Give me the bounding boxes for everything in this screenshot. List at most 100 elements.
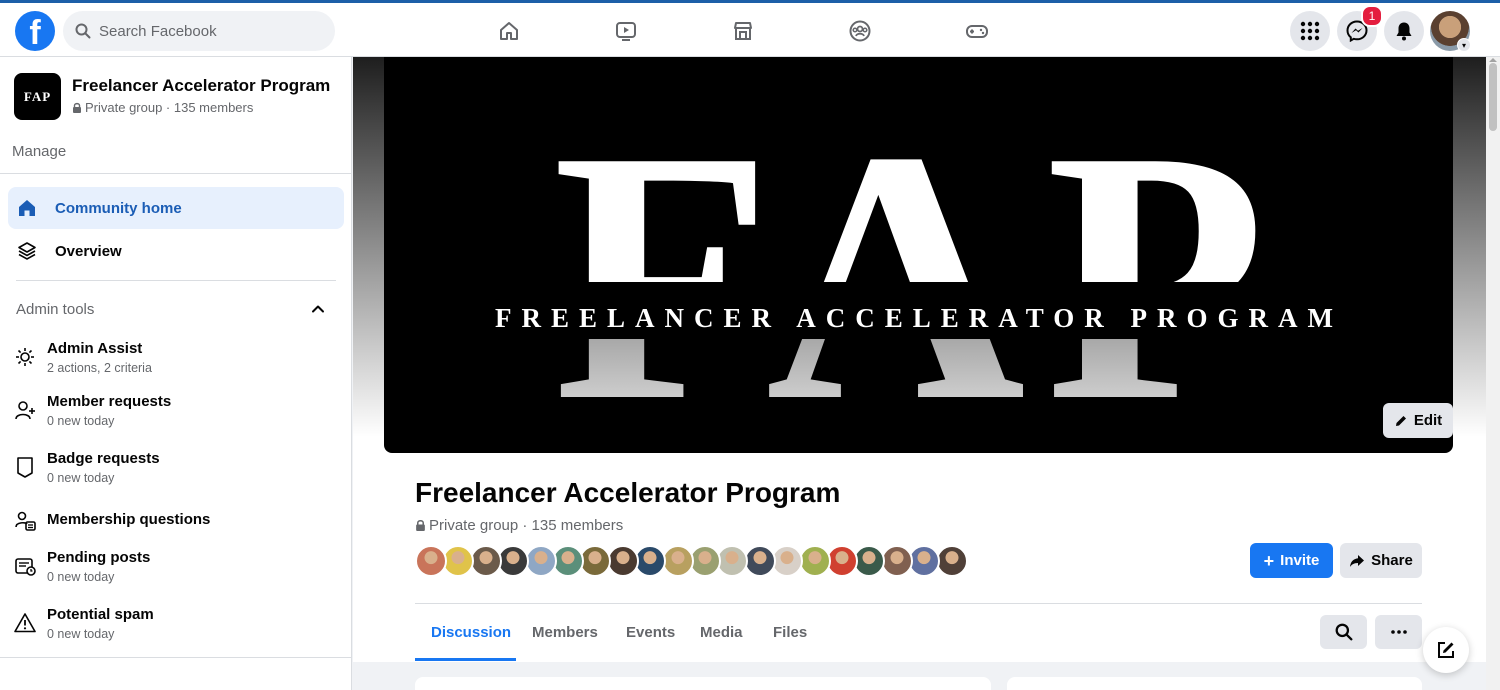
group-admin-sidebar: FAP Freelancer Accelerator Program Priva… bbox=[0, 57, 352, 690]
divider bbox=[415, 603, 1422, 604]
member-avatar[interactable] bbox=[771, 545, 804, 577]
member-avatar[interactable] bbox=[552, 545, 584, 577]
tool-title: Membership questions bbox=[47, 511, 211, 528]
edit-cover-button[interactable]: Edit bbox=[1383, 403, 1453, 438]
questions-icon bbox=[15, 511, 36, 531]
page-scrollbar[interactable] bbox=[1486, 57, 1500, 690]
group-meta-text: Private group · 135 members bbox=[429, 517, 624, 534]
member-avatar[interactable] bbox=[415, 545, 447, 577]
home-icon bbox=[16, 197, 38, 219]
group-main-content: FAP FAP FREELANCER ACCELERATOR PROGRAM E… bbox=[353, 57, 1486, 690]
sidebar-group-meta: Private group · 135 members bbox=[72, 100, 253, 115]
notifications-button[interactable] bbox=[1384, 11, 1424, 51]
member-avatar[interactable] bbox=[689, 545, 721, 577]
member-requests-icon bbox=[15, 401, 35, 420]
tool-title: Badge requests bbox=[47, 450, 160, 467]
composer-card[interactable] bbox=[415, 677, 991, 690]
tool-title: Potential spam bbox=[47, 606, 154, 623]
top-navigation-bar: f 1 ▾ bbox=[0, 0, 1500, 57]
invite-button[interactable]: + Invite bbox=[1250, 543, 1333, 578]
member-avatar[interactable] bbox=[826, 545, 858, 577]
member-avatar[interactable] bbox=[606, 545, 639, 577]
facebook-logo-icon[interactable]: f bbox=[15, 11, 55, 51]
tab-discussion[interactable]: Discussion bbox=[431, 624, 511, 641]
active-tab-indicator bbox=[415, 658, 516, 661]
sidebar-item-label: Community home bbox=[55, 199, 182, 217]
tool-title: Pending posts bbox=[47, 549, 151, 566]
share-button[interactable]: Share bbox=[1340, 543, 1422, 578]
member-avatar[interactable] bbox=[908, 545, 941, 577]
sidebar-group-name[interactable]: Freelancer Accelerator Program bbox=[72, 76, 330, 96]
tool-admin-assist[interactable]: Admin Assist 2 actions, 2 criteria bbox=[14, 340, 344, 380]
edit-label: Edit bbox=[1413, 412, 1443, 429]
group-title: Freelancer Accelerator Program bbox=[415, 477, 841, 508]
about-card bbox=[1007, 677, 1422, 690]
messenger-badge: 1 bbox=[1361, 5, 1383, 27]
sidebar-item-label: Overview bbox=[55, 242, 122, 260]
more-dots-icon bbox=[1390, 630, 1407, 634]
new-message-button[interactable] bbox=[1423, 627, 1469, 673]
grid-icon bbox=[1300, 21, 1320, 41]
messenger-button[interactable]: 1 bbox=[1337, 5, 1383, 51]
scrollbar-thumb[interactable] bbox=[1489, 63, 1497, 131]
sidebar-item-community-home[interactable]: Community home bbox=[8, 187, 344, 229]
member-avatar[interactable] bbox=[716, 545, 749, 577]
more-options-button[interactable] bbox=[1375, 615, 1422, 649]
menu-grid-button[interactable] bbox=[1290, 11, 1330, 51]
tool-subtitle: 0 new today bbox=[47, 627, 115, 641]
invite-label: Invite bbox=[1280, 552, 1320, 569]
pending-posts-icon bbox=[15, 558, 36, 576]
tool-badge-requests[interactable]: Badge requests 0 new today bbox=[14, 450, 344, 490]
chevron-up-icon[interactable] bbox=[310, 301, 326, 317]
lock-icon bbox=[416, 520, 425, 531]
sidebar-item-overview[interactable]: Overview bbox=[8, 230, 344, 272]
lock-icon bbox=[73, 102, 81, 113]
warning-icon bbox=[14, 613, 36, 633]
tool-subtitle: 0 new today bbox=[47, 414, 115, 428]
tool-membership-questions[interactable]: Membership questions bbox=[14, 511, 344, 537]
watch-icon[interactable] bbox=[612, 17, 640, 45]
member-avatar[interactable] bbox=[579, 545, 612, 577]
marketplace-icon[interactable] bbox=[729, 17, 757, 45]
cover-tagline: FREELANCER ACCELERATOR PROGRAM bbox=[495, 303, 1343, 333]
member-avatar[interactable] bbox=[524, 545, 557, 577]
search-icon bbox=[75, 23, 91, 39]
member-avatar[interactable] bbox=[798, 545, 831, 577]
member-avatar[interactable] bbox=[497, 545, 530, 577]
groups-icon[interactable] bbox=[846, 17, 874, 45]
chevron-down-icon[interactable]: ▾ bbox=[1457, 38, 1471, 52]
member-avatar[interactable] bbox=[880, 545, 913, 577]
search-group-button[interactable] bbox=[1320, 615, 1367, 649]
search-icon bbox=[1335, 623, 1352, 641]
group-thumbnail[interactable]: FAP bbox=[14, 73, 61, 120]
tool-member-requests[interactable]: Member requests 0 new today bbox=[14, 393, 344, 433]
member-avatar[interactable] bbox=[469, 545, 502, 577]
tab-media[interactable]: Media bbox=[700, 624, 743, 641]
search-input[interactable] bbox=[99, 22, 319, 40]
member-avatar[interactable] bbox=[442, 545, 475, 577]
plus-icon: + bbox=[1263, 550, 1275, 571]
gaming-icon[interactable] bbox=[963, 17, 991, 45]
tool-pending-posts[interactable]: Pending posts 0 new today bbox=[14, 549, 344, 589]
tool-subtitle: 0 new today bbox=[47, 570, 115, 584]
search-bar[interactable] bbox=[63, 11, 335, 51]
tool-subtitle: 0 new today bbox=[47, 471, 115, 485]
tab-members[interactable]: Members bbox=[532, 624, 598, 641]
member-avatar[interactable] bbox=[935, 545, 968, 577]
admin-tools-heading[interactable]: Admin tools bbox=[16, 301, 94, 318]
manage-heading: Manage bbox=[12, 143, 67, 160]
tab-events[interactable]: Events bbox=[626, 624, 675, 641]
member-avatar[interactable] bbox=[661, 545, 694, 577]
member-avatar[interactable] bbox=[853, 545, 886, 577]
cover-photo[interactable]: FAP FAP FREELANCER ACCELERATOR PROGRAM E… bbox=[384, 57, 1453, 453]
member-avatar[interactable] bbox=[634, 545, 667, 577]
tab-files[interactable]: Files bbox=[773, 624, 807, 641]
home-icon[interactable] bbox=[495, 17, 523, 45]
tool-potential-spam[interactable]: Potential spam 0 new today bbox=[14, 606, 344, 646]
share-label: Share bbox=[1371, 552, 1413, 569]
member-avatar[interactable] bbox=[743, 545, 776, 577]
tool-title: Admin Assist bbox=[47, 340, 143, 357]
tool-subtitle: 2 actions, 2 criteria bbox=[47, 361, 152, 375]
divider bbox=[0, 657, 351, 658]
divider bbox=[16, 280, 336, 281]
